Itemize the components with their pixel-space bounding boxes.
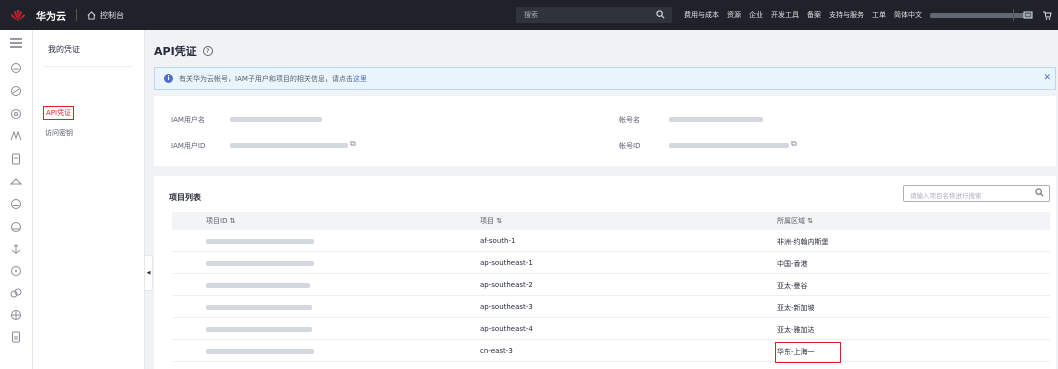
nav-ticket[interactable]: 工单 (872, 10, 886, 20)
table-row: ap-southeast-4 亚太-雅加达 (172, 318, 1050, 340)
table-row: ap-southeast-1 中国-香港 (172, 252, 1050, 274)
nav-language[interactable]: 简体中文 (894, 10, 922, 20)
search-icon[interactable] (656, 10, 665, 19)
table-header: 项目ID ⇅ 项目 ⇅ 所属区域 ⇅ (172, 212, 1050, 230)
account-value-blurred (669, 117, 763, 122)
menu-title: 我的凭证 (48, 45, 80, 54)
database-service-icon[interactable] (9, 152, 23, 166)
hamburger-menu-icon[interactable] (9, 36, 23, 50)
project-name: ap-southeast-3 (480, 303, 533, 311)
account-id-value-blurred (669, 143, 789, 148)
project-id-blurred (206, 349, 314, 354)
home-icon (87, 10, 96, 20)
help-icon[interactable]: ? (202, 46, 213, 56)
page-title-text: API凭证 (154, 45, 197, 58)
divider (43, 66, 133, 67)
project-region: 非洲-约翰内斯堡 (777, 238, 829, 246)
menu-item-access-keys[interactable]: 访问密钥 (43, 127, 75, 139)
globe-service-icon[interactable] (9, 308, 23, 322)
alert-text: 有关华为云帐号，IAM子用户和项目的相关信息，请点击这里 (179, 74, 367, 83)
security-service-icon[interactable] (9, 197, 23, 211)
nav-icp[interactable]: 备案 (807, 10, 821, 20)
table-row: af-south-1 非洲-约翰内斯堡 (172, 230, 1050, 252)
project-name: cn-east-3 (480, 347, 513, 355)
table-row: ap-southeast-2 亚太-曼谷 (172, 274, 1050, 296)
iam-user-value-blurred (230, 117, 322, 122)
project-name: af-south-1 (480, 237, 516, 245)
menu-item-api-credentials[interactable]: API凭证 (43, 106, 75, 120)
iam-id-label: IAM用户ID (171, 142, 206, 150)
project-name: ap-southeast-2 (480, 281, 533, 289)
nav-support[interactable]: 支持与服务 (829, 10, 864, 20)
project-region: 亚太-新加坡 (777, 304, 815, 312)
project-search-placeholder: 请输入项目名称进行搜索 (910, 192, 982, 200)
divider (76, 9, 77, 21)
sort-icon: ⇅ (807, 217, 814, 225)
column-header-region[interactable]: 所属区域 ⇅ (777, 216, 813, 226)
network-service-icon[interactable] (9, 129, 23, 143)
service-icon-rail (0, 30, 33, 369)
account-label: 帐号名 (619, 116, 640, 124)
sort-icon: ⇅ (496, 217, 503, 225)
project-list-title: 项目列表 (169, 193, 201, 202)
cdn-service-icon[interactable] (9, 220, 23, 234)
users-service-icon[interactable] (9, 286, 23, 300)
info-icon: i (164, 74, 173, 83)
project-id-blurred (206, 239, 314, 244)
project-search-input[interactable]: 请输入项目名称进行搜索 (903, 185, 1050, 202)
copy-icon[interactable]: ⧉ (791, 139, 797, 149)
project-region: 中国-香港 (777, 260, 808, 268)
credentials-menu: 我的凭证 API凭证 访问密钥 (33, 30, 145, 369)
nav-resources[interactable]: 资源 (727, 10, 741, 20)
global-search-input[interactable]: 搜索 (516, 7, 672, 23)
project-region: 亚太-曼谷 (777, 282, 808, 290)
account-id-label: 帐号ID (619, 142, 641, 150)
iam-id-value-blurred (230, 143, 348, 148)
nav-devtools[interactable]: 开发工具 (771, 10, 799, 20)
table-row: cn-east-3 华东-上海一 (172, 340, 1050, 363)
copy-icon[interactable]: ⧉ (350, 139, 356, 149)
iam-user-label: IAM用户名 (171, 116, 205, 124)
project-id-blurred (206, 305, 312, 310)
close-icon[interactable]: ✕ (1043, 73, 1051, 83)
cart-icon[interactable] (1042, 11, 1052, 20)
user-info-card: IAM用户名 IAM用户ID ⧉ 帐号名 帐号ID ⧉ (154, 96, 1056, 166)
sort-icon: ⇅ (229, 217, 236, 225)
container-service-icon[interactable] (9, 175, 23, 189)
collapse-sidebar-button[interactable]: ◀ (145, 255, 153, 291)
column-header-project-id[interactable]: 项目ID ⇅ (206, 216, 236, 226)
monitor-service-icon[interactable] (9, 264, 23, 278)
page-title: API凭证 ? (154, 43, 213, 59)
search-icon[interactable] (1035, 188, 1044, 199)
table-row: ap-southeast-3 亚太-新加坡 (172, 296, 1050, 318)
region-highlight-box (775, 342, 841, 363)
message-icon[interactable] (1023, 11, 1033, 20)
divider (1013, 9, 1014, 21)
column-header-project[interactable]: 项目 ⇅ (480, 216, 502, 226)
nav-cost[interactable]: 费用与成本 (684, 10, 719, 20)
search-placeholder: 搜索 (524, 11, 538, 19)
top-nav-links: 费用与成本 资源 企业 开发工具 备案 支持与服务 工单 简体中文 (684, 0, 1032, 30)
project-name: ap-southeast-4 (480, 325, 533, 333)
project-id-blurred (206, 327, 312, 332)
compute-service-icon[interactable] (9, 84, 23, 98)
top-nav-bar: 华为云 控制台 搜索 费用与成本 资源 企业 开发工具 备案 支持与服务 工单 … (0, 0, 1058, 30)
project-id-blurred (206, 283, 310, 288)
storage-service-icon[interactable] (9, 107, 23, 121)
project-name: ap-southeast-1 (480, 259, 533, 267)
project-region: 亚太-雅加达 (777, 326, 815, 334)
console-link[interactable]: 控制台 (87, 10, 124, 21)
brand-name[interactable]: 华为云 (36, 8, 66, 23)
project-list-card: 项目列表 请输入项目名称进行搜索 项目ID ⇅ 项目 ⇅ 所属区域 ⇅ af-s… (154, 176, 1056, 369)
alert-link[interactable]: 这里 (353, 75, 367, 83)
caret-left-icon: ◀ (146, 270, 151, 276)
document-service-icon[interactable] (9, 330, 23, 344)
project-id-blurred (206, 261, 314, 266)
cloud-service-icon[interactable] (9, 61, 23, 75)
console-label: 控制台 (100, 10, 124, 20)
nav-enterprise[interactable]: 企业 (749, 10, 763, 20)
info-alert: i 有关华为云帐号，IAM子用户和项目的相关信息，请点击这里 ✕ (154, 67, 1056, 90)
anchor-service-icon[interactable] (9, 242, 23, 256)
huawei-logo[interactable] (8, 5, 28, 25)
